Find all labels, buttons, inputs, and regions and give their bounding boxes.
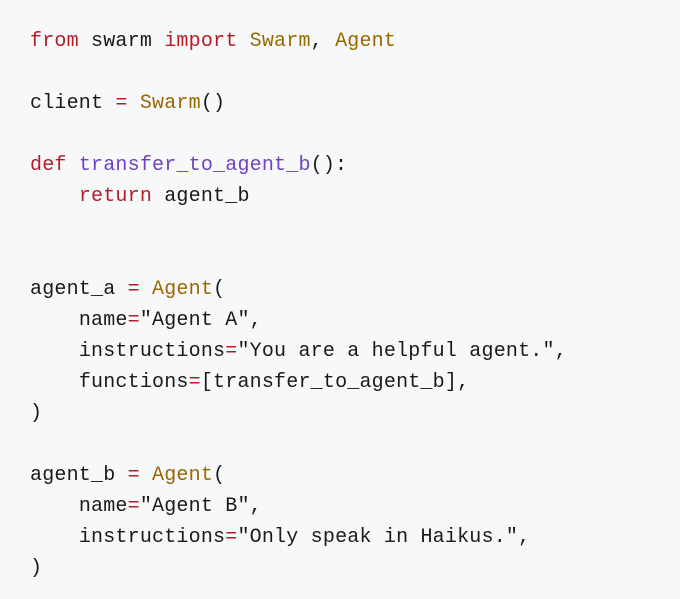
operator: =: [128, 278, 140, 301]
comma: ,: [250, 495, 262, 518]
operator: =: [225, 526, 237, 549]
variable: agent_b: [30, 464, 128, 487]
code-line: name="Agent B",: [30, 495, 262, 518]
keyword-import: import: [164, 30, 237, 53]
kwarg: name: [79, 309, 128, 332]
indent: [30, 526, 79, 549]
kwarg: instructions: [79, 526, 225, 549]
string-literal: "Agent B": [140, 495, 250, 518]
space: [140, 464, 152, 487]
parentheses: (): [201, 92, 225, 115]
code-line: return agent_b: [30, 185, 250, 208]
module-name: swarm: [91, 30, 152, 53]
indent: [30, 495, 79, 518]
keyword-def: def: [30, 154, 67, 177]
space: [152, 185, 164, 208]
code-line: instructions="You are a helpful agent.",: [30, 340, 567, 363]
kwarg: instructions: [79, 340, 225, 363]
indent: [30, 371, 79, 394]
parenthesis-open: (: [213, 464, 225, 487]
class-name: Agent: [335, 30, 396, 53]
variable: client: [30, 92, 115, 115]
operator: =: [128, 495, 140, 518]
operator: =: [128, 464, 140, 487]
string-literal: "Agent A": [140, 309, 250, 332]
bracket-close: ],: [445, 371, 469, 394]
class-name: Agent: [152, 464, 213, 487]
operator: =: [189, 371, 201, 394]
code-line: ): [30, 402, 42, 425]
code-line: functions=[transfer_to_agent_b],: [30, 371, 469, 394]
indent: [30, 340, 79, 363]
parenthesis-open: (: [213, 278, 225, 301]
operator: =: [225, 340, 237, 363]
code-block: from swarm import Swarm, Agent client = …: [30, 26, 650, 584]
signature: ():: [311, 154, 348, 177]
keyword-return: return: [79, 185, 152, 208]
class-name: Agent: [152, 278, 213, 301]
space: [128, 92, 140, 115]
code-line: from swarm import Swarm, Agent: [30, 30, 396, 53]
comma: ,: [250, 309, 262, 332]
code-line: instructions="Only speak in Haikus.",: [30, 526, 530, 549]
code-line: agent_a = Agent(: [30, 278, 225, 301]
code-line: agent_b = Agent(: [30, 464, 225, 487]
code-line: name="Agent A",: [30, 309, 262, 332]
code-line: client = Swarm(): [30, 92, 225, 115]
comma: ,: [555, 340, 567, 363]
operator: =: [115, 92, 127, 115]
function-name: transfer_to_agent_b: [79, 154, 311, 177]
comma: ,: [518, 526, 530, 549]
string-literal: "You are a helpful agent.": [237, 340, 554, 363]
punctuation: ,: [311, 30, 335, 53]
space: [140, 278, 152, 301]
indent: [30, 185, 79, 208]
function-ref: transfer_to_agent_b: [213, 371, 445, 394]
indent: [30, 309, 79, 332]
variable: agent_b: [164, 185, 249, 208]
code-line: ): [30, 557, 42, 580]
class-name: Swarm: [140, 92, 201, 115]
parenthesis-close: ): [30, 402, 42, 425]
kwarg: functions: [79, 371, 189, 394]
parenthesis-close: ): [30, 557, 42, 580]
space: [67, 154, 79, 177]
variable: agent_a: [30, 278, 128, 301]
class-name: Swarm: [250, 30, 311, 53]
code-line: def transfer_to_agent_b():: [30, 154, 347, 177]
kwarg: name: [79, 495, 128, 518]
string-literal: "Only speak in Haikus.": [237, 526, 518, 549]
keyword-from: from: [30, 30, 79, 53]
operator: =: [128, 309, 140, 332]
bracket-open: [: [201, 371, 213, 394]
